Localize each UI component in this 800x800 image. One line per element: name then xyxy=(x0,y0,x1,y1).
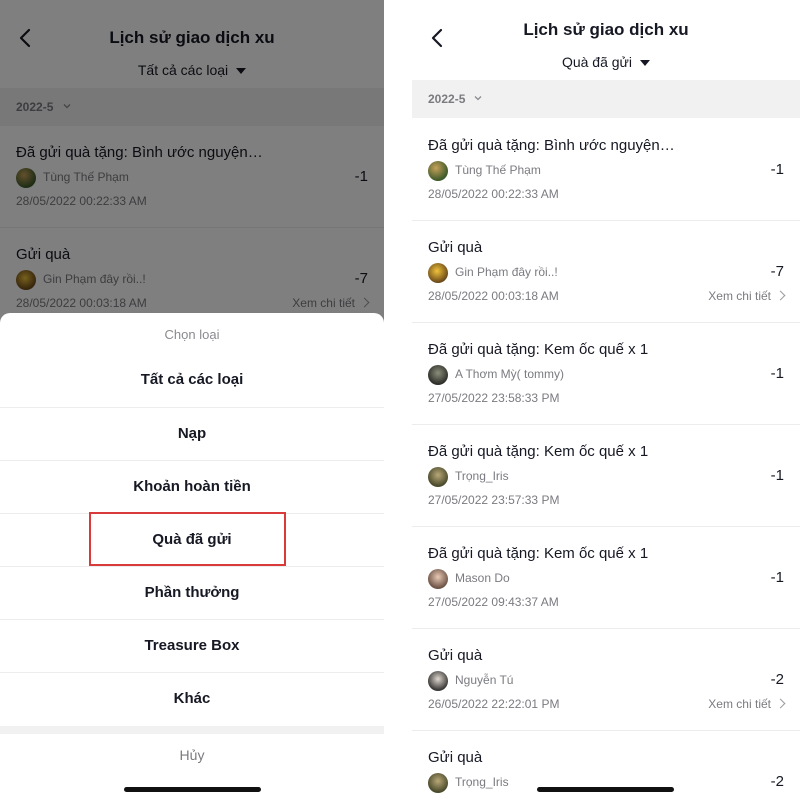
detail-label: Xem chi tiết xyxy=(708,289,771,303)
type-picker-sheet: Chọn loại Tất cả các loại Nạp Khoản hoàn… xyxy=(0,313,384,800)
item-user: Mason Do xyxy=(455,571,510,585)
view-detail-link[interactable]: Xem chi tiết xyxy=(708,289,786,303)
avatar xyxy=(428,161,448,181)
right-screen: Lịch sử giao dịch xu Quà đã gửi 2022-5 Đ… xyxy=(412,0,800,800)
item-title: Gửi quà xyxy=(428,749,483,766)
item-time: 27/05/2022 09:43:37 AM xyxy=(428,595,559,609)
view-detail-link[interactable]: Xem chi tiết xyxy=(708,697,786,711)
item-title: Đã gửi quà tặng: Kem ốc quế x 1 xyxy=(428,545,649,562)
item-title: Đã gửi quà tặng: Bình ước nguyện… xyxy=(428,137,675,154)
avatar xyxy=(428,365,448,385)
chevron-down-icon xyxy=(474,96,482,101)
filter-dropdown[interactable]: Quà đã gửi xyxy=(412,54,800,70)
item-amount: -1 xyxy=(770,467,784,484)
month-label: 2022-5 xyxy=(428,92,466,106)
item-amount: -1 xyxy=(770,569,784,586)
caret-down-icon xyxy=(640,60,651,67)
chevron-right-icon xyxy=(775,290,786,301)
option-top-up[interactable]: Nạp xyxy=(0,407,384,460)
item-user: Trọng_Iris xyxy=(455,775,509,789)
list-item[interactable]: Đã gửi quà tặng: Kem ốc quế x 1 A Thơm M… xyxy=(412,323,800,425)
header: Lịch sử giao dịch xu Quà đã gửi xyxy=(412,0,800,90)
item-amount: -2 xyxy=(770,773,784,790)
item-user: Tùng Thế Phạm xyxy=(455,163,541,177)
option-rewards[interactable]: Phần thưởng xyxy=(0,566,384,619)
avatar xyxy=(428,773,448,793)
item-time: 26/05/2022 22:22:01 PM xyxy=(428,697,560,711)
option-other[interactable]: Khác xyxy=(0,672,384,725)
highlight-box xyxy=(89,512,286,566)
item-time: 28/05/2022 00:22:33 AM xyxy=(428,187,559,201)
item-time: 27/05/2022 23:58:33 PM xyxy=(428,391,560,405)
home-indicator[interactable] xyxy=(537,787,674,792)
list-item[interactable]: Đã gửi quà tặng: Kem ốc quế x 1 Trọng_Ir… xyxy=(412,425,800,527)
item-user: Trọng_Iris xyxy=(455,469,509,483)
item-title: Đã gửi quà tặng: Kem ốc quế x 1 xyxy=(428,443,649,460)
list-item[interactable]: Gửi quà Nguyễn Tú -2 26/05/2022 22:22:01… xyxy=(412,629,800,731)
item-title: Đã gửi quà tặng: Kem ốc quế x 1 xyxy=(428,341,649,358)
left-screen: Lịch sử giao dịch xu Tất cả các loại 202… xyxy=(0,0,384,800)
chevron-right-icon xyxy=(775,698,786,709)
option-treasure-box[interactable]: Treasure Box xyxy=(0,619,384,672)
home-indicator[interactable] xyxy=(124,787,261,792)
item-user: Gin Phạm đây rồi..! xyxy=(455,265,558,279)
cancel-button[interactable]: Hủy xyxy=(0,747,384,763)
item-title: Gửi quà xyxy=(428,239,483,256)
list-item[interactable]: Gửi quà Gin Phạm đây rồi..! -7 28/05/202… xyxy=(412,221,800,323)
list-item[interactable]: Đã gửi quà tặng: Bình ước nguyện… Tùng T… xyxy=(412,119,800,221)
sheet-title: Chọn loại xyxy=(164,327,220,342)
item-user: A Thơm Mỳ( tommy) xyxy=(455,367,564,381)
month-selector[interactable]: 2022-5 xyxy=(412,80,800,118)
item-time: 28/05/2022 00:03:18 AM xyxy=(428,289,559,303)
divider xyxy=(0,726,384,734)
item-amount: -1 xyxy=(770,161,784,178)
option-all-types[interactable]: Tất cả các loại xyxy=(0,354,384,406)
filter-label: Quà đã gửi xyxy=(561,54,633,70)
avatar xyxy=(428,263,448,283)
item-title: Gửi quà xyxy=(428,647,483,664)
avatar xyxy=(428,467,448,487)
avatar xyxy=(428,569,448,589)
item-amount: -2 xyxy=(770,671,784,688)
avatar xyxy=(428,671,448,691)
item-user: Nguyễn Tú xyxy=(455,673,514,687)
transaction-list: Đã gửi quà tặng: Bình ước nguyện… Tùng T… xyxy=(412,119,800,800)
page-title: Lịch sử giao dịch xu xyxy=(523,20,689,39)
item-time: 27/05/2022 23:57:33 PM xyxy=(428,493,560,507)
detail-label: Xem chi tiết xyxy=(708,697,771,711)
item-amount: -7 xyxy=(770,263,784,280)
option-refund[interactable]: Khoản hoàn tiền xyxy=(0,460,384,513)
list-item[interactable]: Đã gửi quà tặng: Kem ốc quế x 1 Mason Do… xyxy=(412,527,800,629)
item-amount: -1 xyxy=(770,365,784,382)
